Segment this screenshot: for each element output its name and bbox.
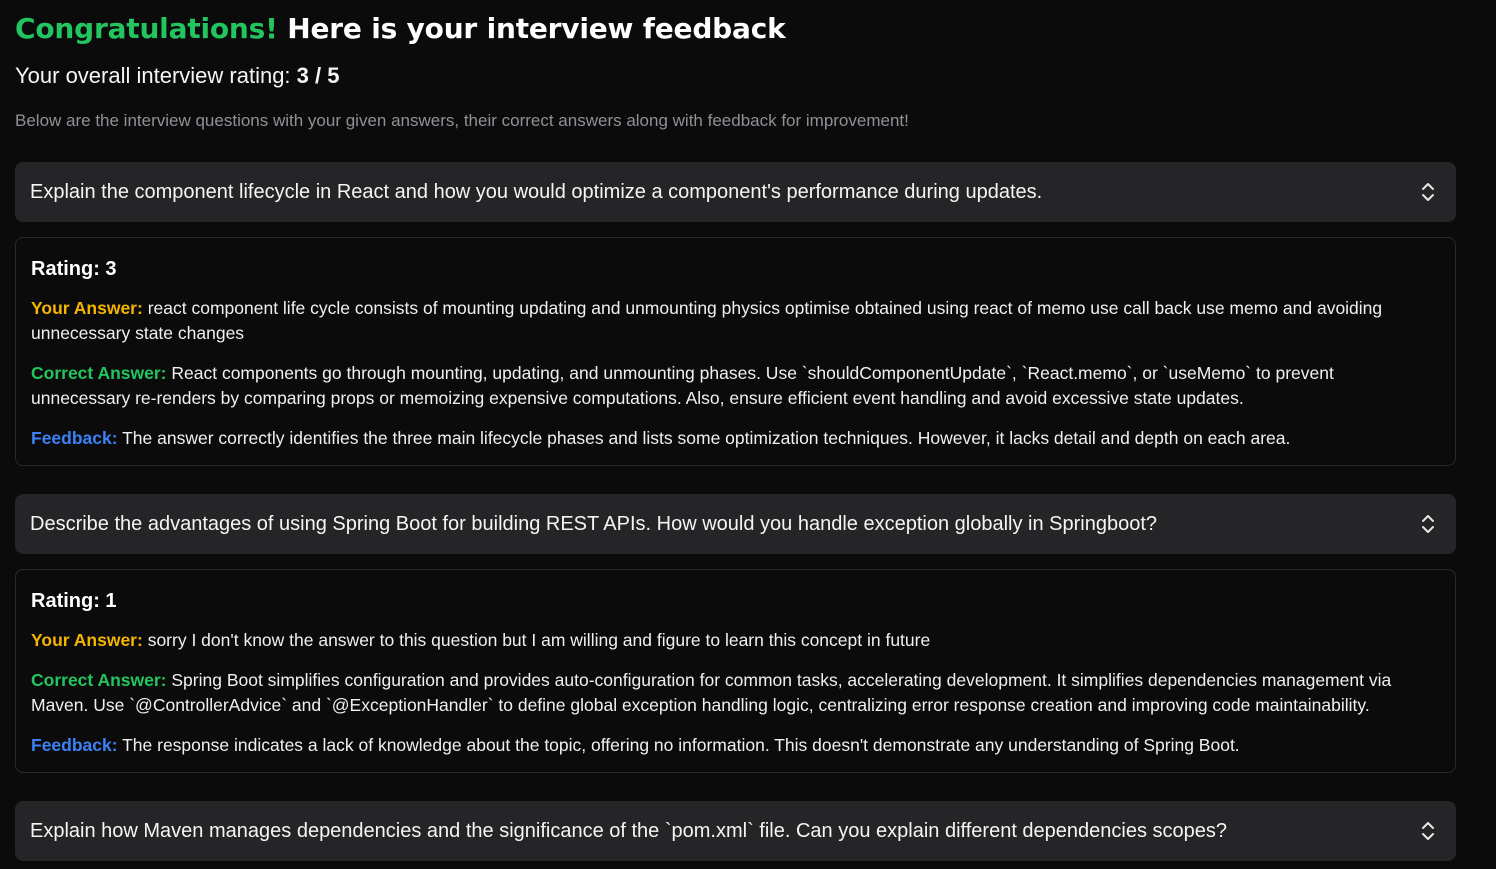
page-title: Congratulations! Here is your interview …	[15, 0, 1456, 47]
correct-answer: Correct Answer: Spring Boot simplifies c…	[31, 668, 1425, 718]
question-text: Explain how Maven manages dependencies a…	[30, 819, 1228, 842]
overall-rating: Your overall interview rating: 3 / 5	[15, 62, 1456, 90]
question-rating: Rating: 1	[31, 590, 117, 612]
correct-answer-text: React components go through mounting, up…	[31, 363, 1334, 408]
feedback-text: The answer correctly identifies the thre…	[122, 428, 1291, 448]
question-toggle-2[interactable]: Describe the advantages of using Spring …	[15, 494, 1456, 554]
correct-answer-label: Correct Answer:	[31, 670, 167, 690]
your-answer: Your Answer: sorry I don't know the answ…	[31, 628, 1425, 653]
chevron-up-down-icon	[1422, 183, 1434, 201]
your-answer-text: react component life cycle consists of m…	[31, 298, 1383, 343]
question-toggle-1[interactable]: Explain the component lifecycle in React…	[15, 162, 1456, 222]
question-text: Explain the component lifecycle in React…	[30, 180, 1043, 203]
question-text: Describe the advantages of using Spring …	[30, 512, 1157, 535]
your-answer-text: sorry I don't know the answer to this qu…	[147, 630, 931, 650]
your-answer-label: Your Answer:	[31, 298, 143, 318]
feedback-text: The response indicates a lack of knowled…	[122, 735, 1240, 755]
correct-answer-label: Correct Answer:	[31, 363, 167, 383]
feedback: Feedback: The answer correctly identifie…	[31, 426, 1425, 451]
your-answer-label: Your Answer:	[31, 630, 143, 650]
overall-rating-score: 3 / 5	[296, 63, 340, 88]
overall-rating-label: Your overall interview rating:	[15, 63, 297, 88]
question-toggle-3[interactable]: Explain how Maven manages dependencies a…	[15, 801, 1456, 861]
your-answer: Your Answer: react component life cycle …	[31, 296, 1425, 346]
intro-text: Below are the interview questions with y…	[15, 111, 909, 130]
chevron-up-down-icon	[1422, 515, 1434, 533]
feedback-label: Feedback:	[31, 735, 118, 755]
correct-answer: Correct Answer: React components go thro…	[31, 361, 1425, 411]
feedback-label: Feedback:	[31, 428, 118, 448]
chevron-up-down-icon	[1422, 822, 1434, 840]
question-rating: Rating: 3	[31, 258, 117, 280]
title-text: Here is your interview feedback	[277, 12, 786, 45]
congrats-text: Congratulations!	[15, 12, 278, 45]
answer-panel-1: Rating: 3 Your Answer: react component l…	[15, 237, 1456, 466]
feedback-page: Congratulations! Here is your interview …	[0, 0, 1496, 869]
feedback: Feedback: The response indicates a lack …	[31, 733, 1425, 758]
answer-panel-2: Rating: 1 Your Answer: sorry I don't kno…	[15, 569, 1456, 773]
correct-answer-text: Spring Boot simplifies configuration and…	[31, 670, 1392, 715]
